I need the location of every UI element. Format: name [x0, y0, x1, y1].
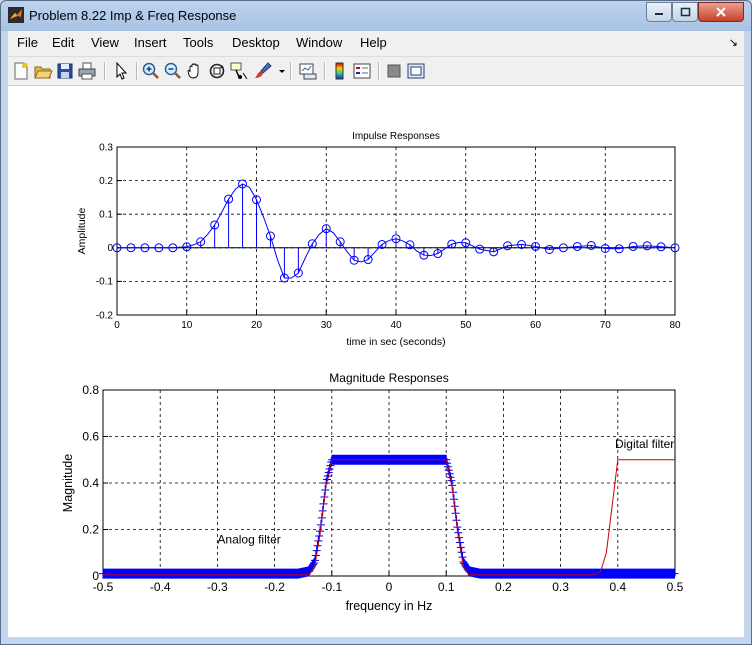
- show-plot-tools-icon[interactable]: [406, 61, 426, 81]
- close-button[interactable]: [698, 2, 744, 22]
- x-tick-label: 50: [460, 320, 472, 331]
- y-tick-label: 0: [107, 243, 113, 254]
- y-tick-label: 0.3: [99, 142, 113, 153]
- legend-icon[interactable]: [352, 61, 372, 81]
- print-icon[interactable]: [77, 61, 97, 81]
- y-axis-label: Magnitude: [61, 454, 75, 512]
- figure-canvas[interactable]: 0 10 20 30 40 50 60 70 80 -0.2 -0.1 0 0.1 0.2 0.3 Impul…: [8, 86, 744, 637]
- title-bar[interactable]: Problem 8.22 Imp & Freq Response: [1, 1, 751, 31]
- brush-icon[interactable]: [253, 61, 273, 81]
- zoom-in-icon[interactable]: [141, 61, 161, 81]
- x-tick-label: 10: [181, 320, 193, 331]
- y-tick-label: 0.6: [82, 430, 99, 444]
- menu-window[interactable]: Window: [296, 35, 342, 50]
- x-axis-label: frequency in Hz: [346, 599, 433, 613]
- x-tick-label: -0.1: [321, 580, 342, 594]
- y-tick-label: -0.1: [96, 277, 114, 288]
- matlab-figure-window: Problem 8.22 Imp & Freq Response File Ed…: [0, 0, 752, 645]
- rotate-3d-icon[interactable]: [207, 61, 227, 81]
- restore-icon: [680, 7, 690, 17]
- x-tick-label: 0: [114, 320, 120, 331]
- x-tick-label: 0.5: [667, 580, 684, 594]
- x-tick-label: -0.3: [207, 580, 228, 594]
- x-tick-label: 20: [251, 320, 263, 331]
- pointer-icon[interactable]: [111, 61, 131, 81]
- menu-view[interactable]: View: [91, 35, 119, 50]
- x-tick-label: -0.2: [264, 580, 285, 594]
- x-tick-label: 0.1: [438, 580, 455, 594]
- dock-arrow-icon[interactable]: ↘: [729, 36, 738, 49]
- zoom-out-icon[interactable]: [163, 61, 183, 81]
- menu-edit[interactable]: Edit: [52, 35, 74, 50]
- toolbar-separator: [324, 62, 326, 80]
- x-tick-label: 80: [669, 320, 681, 331]
- toolbar-separator: [104, 62, 106, 80]
- new-figure-icon[interactable]: [11, 61, 31, 81]
- menu-tools[interactable]: Tools: [183, 35, 213, 50]
- hide-plot-tools-icon[interactable]: [384, 61, 404, 81]
- plots-svg: 0 10 20 30 40 50 60 70 80 -0.2 -0.1 0 0.1 0.2 0.3 Impul…: [61, 131, 684, 613]
- x-tick-label: 60: [530, 320, 542, 331]
- figure-toolbar: [8, 57, 744, 86]
- x-tick-label: 0.2: [495, 580, 512, 594]
- close-icon: [716, 7, 726, 17]
- x-tick-label: 30: [321, 320, 333, 331]
- colorbar-icon[interactable]: [330, 61, 350, 81]
- save-icon[interactable]: [55, 61, 75, 81]
- minimize-button[interactable]: [646, 2, 672, 22]
- matlab-logo-icon: [8, 7, 24, 23]
- x-tick-label: 0: [386, 580, 393, 594]
- annotation-label: Analog filter: [217, 532, 280, 546]
- brush-dropdown-icon[interactable]: [272, 61, 285, 81]
- pan-hand-icon[interactable]: [185, 61, 205, 81]
- restore-button[interactable]: [672, 2, 698, 22]
- y-axis-label: Amplitude: [76, 208, 88, 255]
- chart-title: Impulse Responses: [352, 131, 440, 142]
- menu-insert[interactable]: Insert: [134, 35, 167, 50]
- menu-desktop[interactable]: Desktop: [232, 35, 280, 50]
- x-tick-label: 40: [390, 320, 402, 331]
- menu-bar: File Edit View Insert Tools Desktop Wind…: [8, 31, 744, 57]
- menu-help[interactable]: Help: [360, 35, 387, 50]
- toolbar-separator: [378, 62, 380, 80]
- minimize-icon: [655, 13, 663, 15]
- x-tick-label: 0.3: [552, 580, 569, 594]
- annotation-label: Digital filter: [615, 437, 674, 451]
- link-plot-icon[interactable]: [298, 61, 318, 81]
- toolbar-separator: [290, 62, 292, 80]
- y-tick-label: -0.2: [96, 310, 114, 321]
- chart-title: Magnitude Responses: [329, 371, 448, 385]
- menu-file[interactable]: File: [17, 35, 38, 50]
- x-tick-label: -0.4: [150, 580, 171, 594]
- y-tick-label: 0: [92, 569, 99, 583]
- y-tick-label: 0.2: [99, 176, 113, 187]
- data-cursor-icon[interactable]: [229, 61, 249, 81]
- x-tick-label: 70: [600, 320, 612, 331]
- y-tick-label: 0.1: [99, 210, 113, 221]
- window-title: Problem 8.22 Imp & Freq Response: [29, 8, 237, 23]
- y-tick-label: 0.4: [82, 476, 99, 490]
- x-axis-label: time in sec (seconds): [346, 336, 445, 348]
- toolbar-separator: [136, 62, 138, 80]
- y-tick-label: 0.8: [82, 383, 99, 397]
- open-file-icon[interactable]: [33, 61, 53, 81]
- y-tick-label: 0.2: [82, 523, 99, 537]
- x-tick-label: 0.4: [609, 580, 626, 594]
